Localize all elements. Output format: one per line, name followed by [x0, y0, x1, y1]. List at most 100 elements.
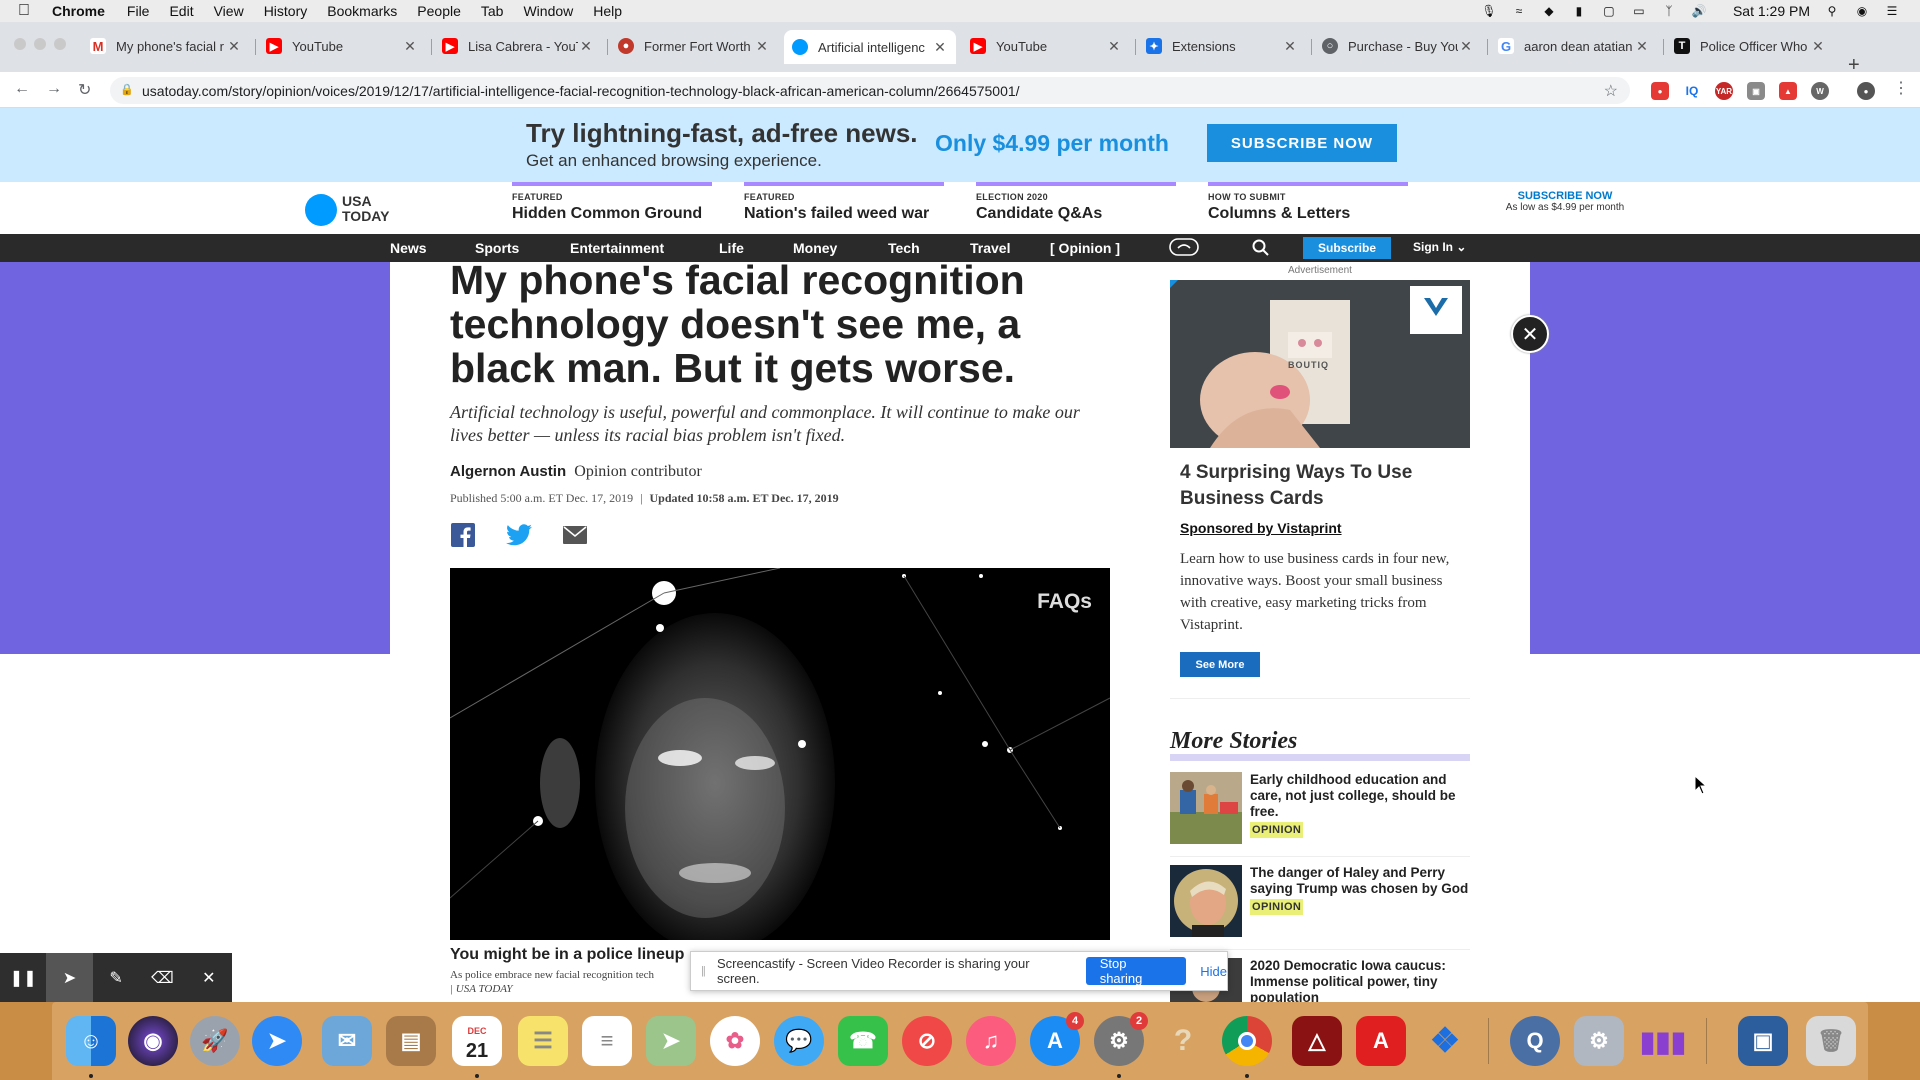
menu-help[interactable]: Help — [593, 3, 622, 19]
drag-handle-icon[interactable]: || — [701, 965, 707, 977]
preview-icon[interactable]: ✉ — [322, 1016, 372, 1066]
microphone-icon[interactable]: 🎙 — [1481, 4, 1497, 18]
close-ad-icon[interactable]: ✕ — [1511, 315, 1549, 353]
facetime-icon[interactable]: ☎ — [838, 1016, 888, 1066]
tab-youtube[interactable]: ▶ YouTube ✕ — [258, 30, 426, 62]
window-minimize-button[interactable] — [34, 38, 46, 50]
menu-file[interactable]: File — [127, 3, 150, 19]
siri-icon[interactable]: ◉ — [1854, 4, 1870, 18]
drive-status-icon[interactable]: ▭ — [1631, 4, 1647, 18]
tab-close-icon[interactable]: ✕ — [1282, 38, 1298, 55]
chrome-icon[interactable] — [1222, 1016, 1272, 1066]
menu-history[interactable]: History — [264, 3, 308, 19]
email-icon[interactable] — [562, 522, 588, 548]
menu-app-name[interactable]: Chrome — [52, 3, 105, 19]
featured-link-weed-war[interactable]: FEATURED Nation's failed weed war — [744, 182, 944, 223]
tab-google-search[interactable]: G aaron dean atatian ✕ — [1490, 30, 1658, 62]
tab-close-icon[interactable]: ✕ — [402, 38, 418, 55]
tab-gmail[interactable]: M My phone's facial r ✕ — [82, 30, 250, 62]
profile-avatar-icon[interactable]: ● — [1857, 82, 1875, 100]
messages-icon[interactable]: 💬 — [774, 1016, 824, 1066]
video-caption-title[interactable]: You might be in a police lineup — [450, 946, 684, 964]
nav-subscribe-button[interactable]: Subscribe — [1303, 237, 1391, 259]
help-question-icon[interactable]: ? — [1158, 1016, 1208, 1066]
address-bar[interactable]: 🔒 usatoday.com/story/opinion/voices/2019… — [110, 77, 1630, 104]
window-zoom-button[interactable] — [54, 38, 66, 50]
dropbox-icon[interactable]: ❖ — [1420, 1016, 1470, 1066]
tab-lisa-cabrera[interactable]: ▶ Lisa Cabrera - YouT ✕ — [434, 30, 602, 62]
story-item[interactable]: Early childhood education and care, not … — [1170, 772, 1470, 852]
tab-close-icon[interactable]: ✕ — [1634, 38, 1650, 55]
extension-red-icon[interactable]: ● — [1651, 82, 1669, 100]
usatoday-logo-text[interactable]: USA TODAY — [342, 194, 389, 224]
pause-icon[interactable]: ❚❚ — [0, 953, 46, 1003]
pen-tool-icon[interactable]: ✎ — [93, 953, 139, 1003]
news-app-icon[interactable]: ⊘ — [902, 1016, 952, 1066]
menubar-clock[interactable]: Sat 1:29 PM — [1733, 3, 1810, 19]
ad-title[interactable]: 4 Surprising Ways To Use Business Cards — [1180, 460, 1460, 512]
reminders-icon[interactable]: ≡ — [582, 1016, 632, 1066]
tab-close-icon[interactable]: ✕ — [1106, 38, 1122, 55]
menu-view[interactable]: View — [214, 3, 244, 19]
tab-close-icon[interactable]: ✕ — [1458, 38, 1474, 55]
featured-link-columns-letters[interactable]: HOW TO SUBMIT Columns & Letters — [1208, 182, 1408, 223]
search-icon[interactable] — [1252, 239, 1269, 259]
menu-people[interactable]: People — [417, 3, 461, 19]
nav-opinion[interactable]: [ Opinion ] — [1050, 240, 1120, 256]
author-name[interactable]: Algernon Austin — [450, 463, 566, 480]
menu-window[interactable]: Window — [523, 3, 573, 19]
back-arrow-icon[interactable]: ← — [14, 80, 30, 98]
apple-menu-icon[interactable]:  — [18, 2, 38, 20]
tab-police-officer[interactable]: T Police Officer Who ✕ — [1666, 30, 1834, 62]
masthead-subscribe-link[interactable]: SUBSCRIBE NOW As low as $4.99 per month — [1505, 190, 1625, 214]
maps-icon[interactable]: ➤ — [646, 1016, 696, 1066]
subscribe-now-button[interactable]: SUBSCRIBE NOW — [1207, 124, 1397, 162]
tab-close-icon[interactable]: ✕ — [578, 38, 594, 55]
ad-see-more-button[interactable]: See More — [1180, 652, 1260, 677]
extension-grey-icon[interactable]: ▣ — [1747, 82, 1765, 100]
menu-edit[interactable]: Edit — [169, 3, 193, 19]
safari-icon[interactable]: ➤ — [252, 1016, 302, 1066]
nav-money[interactable]: Money — [793, 240, 837, 256]
spotlight-search-icon[interactable]: ⚲ — [1824, 4, 1840, 18]
audio-app-icon[interactable]: ▮▮▮ — [1638, 1016, 1688, 1066]
menu-bookmarks[interactable]: Bookmarks — [327, 3, 397, 19]
launchpad-icon[interactable]: 🚀 — [190, 1016, 240, 1066]
facebook-icon[interactable] — [450, 522, 476, 548]
nav-news[interactable]: News — [390, 240, 427, 256]
notes-icon[interactable]: ☰ — [518, 1016, 568, 1066]
tab-purchase[interactable]: ○ Purchase - Buy You ✕ — [1314, 30, 1482, 62]
tab-extensions[interactable]: ✦ Extensions ✕ — [1138, 30, 1306, 62]
music-icon[interactable]: ♫ — [966, 1016, 1016, 1066]
hide-sharing-bar-button[interactable]: Hide — [1200, 964, 1227, 979]
dropbox-status-icon[interactable]: ◆ — [1541, 4, 1557, 18]
extension-w-icon[interactable]: W — [1811, 82, 1829, 100]
weather-icon[interactable] — [1169, 238, 1199, 259]
featured-link-common-ground[interactable]: FEATURED Hidden Common Ground — [512, 182, 712, 223]
tab-close-icon[interactable]: ✕ — [226, 38, 242, 55]
extension-iq-icon[interactable]: IQ — [1683, 82, 1701, 100]
calendar-icon[interactable]: DEC 21 — [452, 1016, 502, 1066]
chrome-menu-icon[interactable]: ⋮ — [1893, 78, 1909, 98]
close-toolbar-icon[interactable]: ✕ — [186, 953, 232, 1003]
contacts-icon[interactable]: ▤ — [386, 1016, 436, 1066]
ad-sponsor-link[interactable]: Sponsored by Vistaprint — [1180, 520, 1342, 536]
twitter-icon[interactable] — [506, 522, 532, 548]
equalizer-status-icon[interactable]: ▮ — [1571, 4, 1587, 18]
eraser-tool-icon[interactable]: ⌫ — [139, 953, 185, 1003]
nav-entertainment[interactable]: Entertainment — [570, 240, 664, 256]
finder-icon[interactable]: ☺ — [66, 1016, 116, 1066]
acrobat-reader-icon[interactable]: △ — [1292, 1016, 1342, 1066]
reload-icon[interactable]: ↻ — [78, 80, 91, 100]
automator-icon[interactable]: ⚙ — [1574, 1016, 1624, 1066]
acrobat-icon[interactable]: A — [1356, 1016, 1406, 1066]
usatoday-logo-icon[interactable] — [305, 194, 337, 226]
nav-sports[interactable]: Sports — [475, 240, 519, 256]
bookmark-star-icon[interactable]: ☆ — [1604, 81, 1618, 101]
nav-tech[interactable]: Tech — [888, 240, 920, 256]
volume-icon[interactable]: 🔊 — [1691, 4, 1707, 18]
featured-link-candidate-qa[interactable]: ELECTION 2020 Candidate Q&As — [976, 182, 1176, 223]
tab-usatoday-active[interactable]: Artificial intelligenc ✕ — [784, 30, 956, 64]
quicktime-icon[interactable]: Q — [1510, 1016, 1560, 1066]
window-close-button[interactable] — [14, 38, 26, 50]
